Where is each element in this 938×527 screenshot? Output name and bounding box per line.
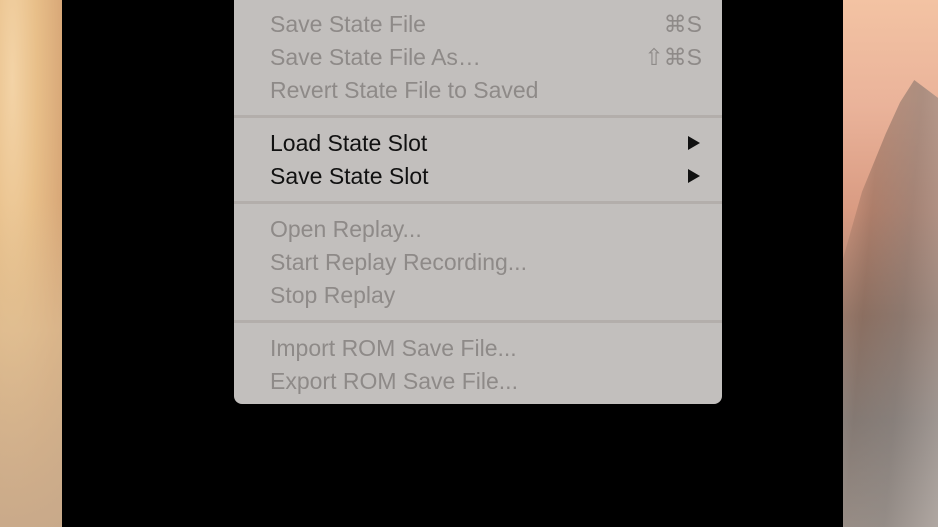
menu-item-label: Import ROM Save File... <box>270 335 517 361</box>
menu-item-import-rom-save-file[interactable]: Import ROM Save File... <box>234 332 722 365</box>
menu-item-label: Save State File As… <box>270 44 481 70</box>
menu-item-save-state-file[interactable]: Save State File ⌘S <box>234 8 722 41</box>
menu-item-label: Load State Slot <box>270 130 428 156</box>
menu-item-save-state-file-as[interactable]: Save State File As… ⇧⌘S <box>234 41 722 74</box>
desktop-wallpaper-right <box>843 0 938 527</box>
screen: Save State File ⌘S Save State File As… ⇧… <box>0 0 938 527</box>
menu-item-stop-replay[interactable]: Stop Replay <box>234 279 722 312</box>
menu-item-label: Revert State File to Saved <box>270 77 539 103</box>
menu-item-start-replay-recording[interactable]: Start Replay Recording... <box>234 246 722 279</box>
menu-item-label: Stop Replay <box>270 282 396 308</box>
desktop-wallpaper-left <box>0 0 62 527</box>
submenu-arrow-icon <box>686 160 702 193</box>
menu-separator <box>234 320 722 323</box>
menu-item-shortcut: ⇧⌘S <box>644 44 702 70</box>
menu-item-save-state-slot[interactable]: Save State Slot <box>234 160 722 193</box>
menu-item-load-state-slot[interactable]: Load State Slot <box>234 127 722 160</box>
menu-item-open-replay[interactable]: Open Replay... <box>234 213 722 246</box>
menu-item-label: Save State Slot <box>270 163 429 189</box>
submenu-arrow-icon <box>686 127 702 160</box>
file-menu-dropdown: Save State File ⌘S Save State File As… ⇧… <box>234 0 722 404</box>
menu-item-shortcut: ⌘S <box>663 11 702 37</box>
mountain-cliff-image <box>843 80 938 527</box>
menu-item-label: Export ROM Save File... <box>270 368 518 394</box>
menu-item-revert-state-file[interactable]: Revert State File to Saved <box>234 74 722 107</box>
menu-separator <box>234 115 722 118</box>
menu-item-export-rom-save-file[interactable]: Export ROM Save File... <box>234 365 722 398</box>
menu-item-label: Open Replay... <box>270 216 422 242</box>
menu-separator <box>234 201 722 204</box>
menu-item-label: Save State File <box>270 11 426 37</box>
menu-item-label: Start Replay Recording... <box>270 249 527 275</box>
